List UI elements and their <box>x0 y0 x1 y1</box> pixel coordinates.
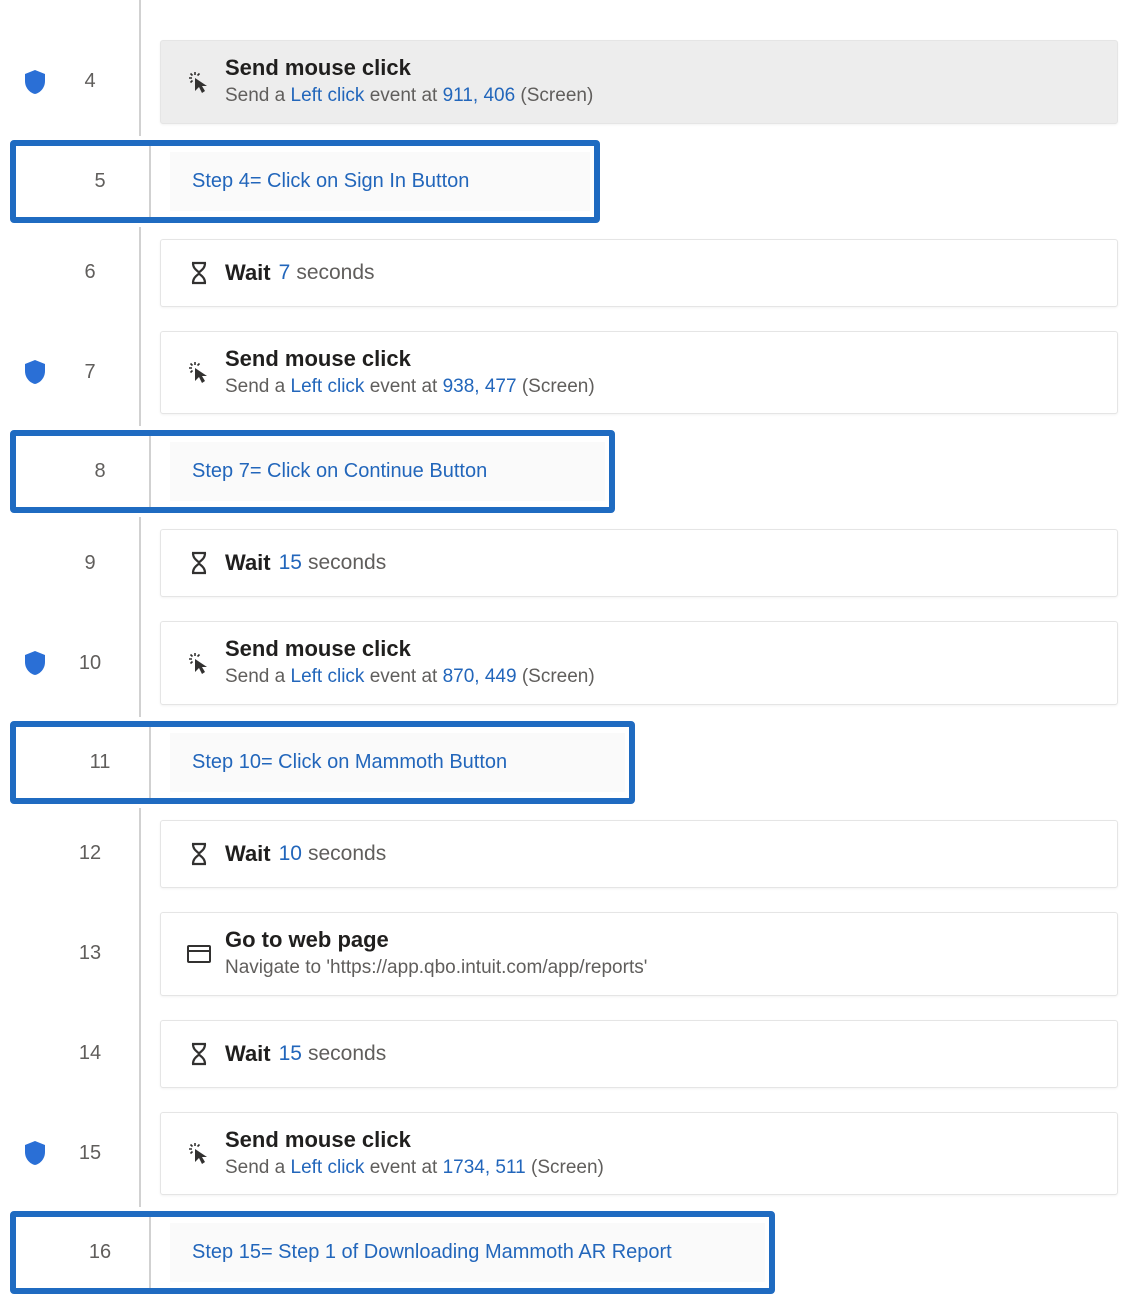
comment-card[interactable]: Step 4= Click on Sign In Button <box>170 152 590 211</box>
action-title: Send mouse click <box>225 1127 1099 1153</box>
step-number: 15 <box>79 1142 101 1165</box>
action-description: Send a Left click event at 911, 406 (Scr… <box>225 83 1099 109</box>
action-card-send-mouse-click[interactable]: Send mouse click Send a Left click event… <box>160 1112 1118 1196</box>
flow-step[interactable]: 13 Go to web page Navigate to 'https://a… <box>10 900 1122 1008</box>
cursor-click-icon <box>186 359 212 385</box>
flow-step[interactable]: 7 Send mouse click Send a Left click eve… <box>10 319 1122 427</box>
action-card-go-to-web-page[interactable]: Go to web page Navigate to 'https://app.… <box>160 912 1118 996</box>
action-title: Send mouse click <box>225 636 1099 662</box>
action-title: Wait <box>225 1041 271 1067</box>
wait-value: 15 <box>279 551 302 575</box>
action-card-send-mouse-click[interactable]: Send mouse click Send a Left click event… <box>160 621 1118 705</box>
step-number: 9 <box>84 552 95 575</box>
step-number: 14 <box>79 1042 101 1065</box>
flow-step[interactable]: 10 Send mouse click Send a Left click ev… <box>10 609 1122 717</box>
step-number: 12 <box>79 842 101 865</box>
action-title: Wait <box>225 260 271 286</box>
flow-step[interactable]: 6 Wait 7 seconds <box>10 227 1122 319</box>
action-card-wait[interactable]: Wait 10 seconds <box>160 820 1118 888</box>
step-number: 10 <box>79 652 101 675</box>
flow-step[interactable]: 14 Wait 15 seconds <box>10 1008 1122 1100</box>
wait-value: 10 <box>279 842 302 866</box>
hourglass-icon <box>188 1041 210 1067</box>
step-number: 11 <box>90 751 111 774</box>
comment-card[interactable]: Step 10= Click on Mammoth Button <box>170 733 625 792</box>
hourglass-icon <box>188 550 210 576</box>
action-title: Send mouse click <box>225 55 1099 81</box>
step-number: 13 <box>79 942 101 965</box>
wait-unit: seconds <box>308 1042 386 1066</box>
action-description: Send a Left click event at 1734, 511 (Sc… <box>225 1155 1099 1181</box>
action-title: Go to web page <box>225 927 1099 953</box>
comment-text: Step 4= Click on Sign In Button <box>192 170 469 192</box>
action-description: Navigate to 'https://app.qbo.intuit.com/… <box>225 955 1099 981</box>
cursor-click-icon <box>186 650 212 676</box>
comment-text: Step 10= Click on Mammoth Button <box>192 751 507 773</box>
wait-unit: seconds <box>308 842 386 866</box>
action-title: Send mouse click <box>225 346 1099 372</box>
action-description: Send a Left click event at 938, 477 (Scr… <box>225 374 1099 400</box>
action-card-wait[interactable]: Wait 15 seconds <box>160 529 1118 597</box>
step-number: 7 <box>84 361 95 384</box>
step-number: 4 <box>84 70 95 93</box>
cursor-click-icon <box>186 69 212 95</box>
shield-icon <box>23 650 47 676</box>
step-number: 6 <box>84 261 95 284</box>
highlighted-comment-step: 5 Step 4= Click on Sign In Button <box>10 140 600 223</box>
flow-step[interactable]: 15 Send mouse click Send a Left click ev… <box>10 1100 1122 1208</box>
comment-text: Step 15= Step 1 of Downloading Mammoth A… <box>192 1241 672 1263</box>
browser-window-icon <box>186 943 212 965</box>
comment-card[interactable]: Step 15= Step 1 of Downloading Mammoth A… <box>170 1223 765 1282</box>
wait-unit: seconds <box>308 551 386 575</box>
action-card-wait[interactable]: Wait 15 seconds <box>160 1020 1118 1088</box>
highlighted-comment-step: 11 Step 10= Click on Mammoth Button <box>10 721 635 804</box>
step-number: 5 <box>94 170 105 193</box>
shield-icon <box>23 359 47 385</box>
action-card-wait[interactable]: Wait 7 seconds <box>160 239 1118 307</box>
hourglass-icon <box>188 260 210 286</box>
comment-text: Step 7= Click on Continue Button <box>192 460 487 482</box>
hourglass-icon <box>188 841 210 867</box>
flow-steps-list: 4 Send mouse click Send a Left click eve… <box>0 0 1122 1294</box>
action-title: Wait <box>225 841 271 867</box>
shield-icon <box>23 69 47 95</box>
shield-icon <box>23 1140 47 1166</box>
action-title: Wait <box>225 550 271 576</box>
step-number: 8 <box>94 460 105 483</box>
highlighted-comment-step: 16 Step 15= Step 1 of Downloading Mammot… <box>10 1211 775 1294</box>
flow-step[interactable]: 4 Send mouse click Send a Left click eve… <box>10 28 1122 136</box>
action-card-send-mouse-click[interactable]: Send mouse click Send a Left click event… <box>160 40 1118 124</box>
wait-value: 7 <box>279 261 291 285</box>
action-description: Send a Left click event at 870, 449 (Scr… <box>225 664 1099 690</box>
wait-unit: seconds <box>296 261 374 285</box>
step-number: 16 <box>89 1241 111 1264</box>
flow-step[interactable]: 8 Step 7= Click on Continue Button <box>20 436 609 507</box>
flow-step[interactable]: 12 Wait 10 seconds <box>10 808 1122 900</box>
flow-step[interactable]: 16 Step 15= Step 1 of Downloading Mammot… <box>20 1217 769 1288</box>
comment-card[interactable]: Step 7= Click on Continue Button <box>170 442 605 501</box>
action-card-send-mouse-click[interactable]: Send mouse click Send a Left click event… <box>160 331 1118 415</box>
highlighted-comment-step: 8 Step 7= Click on Continue Button <box>10 430 615 513</box>
flow-step[interactable]: 5 Step 4= Click on Sign In Button <box>20 146 594 217</box>
wait-value: 15 <box>279 1042 302 1066</box>
flow-connector <box>10 0 1122 28</box>
cursor-click-icon <box>186 1140 212 1166</box>
flow-step[interactable]: 11 Step 10= Click on Mammoth Button <box>20 727 629 798</box>
flow-step[interactable]: 9 Wait 15 seconds <box>10 517 1122 609</box>
